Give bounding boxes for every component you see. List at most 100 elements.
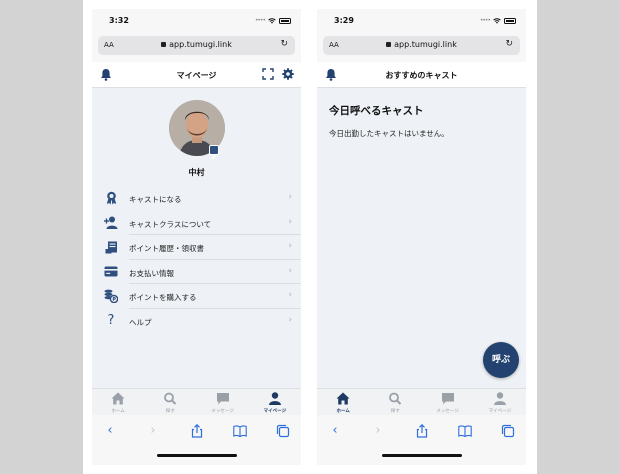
home-icon	[336, 392, 350, 405]
search-icon	[389, 392, 402, 405]
receipt-icon	[104, 240, 118, 254]
gear-icon[interactable]	[282, 68, 294, 80]
search-icon	[164, 392, 177, 405]
address-bar[interactable]: AA app.tumugi.link ↻	[323, 36, 520, 55]
back-icon[interactable]: ‹	[103, 424, 117, 438]
tab-mypage[interactable]: マイページ	[474, 389, 526, 415]
status-icons: ••••	[255, 17, 291, 24]
menu-label: お支払い情報	[129, 268, 174, 278]
tab-label: ホーム	[336, 409, 350, 414]
signal-icon: ••••	[254, 17, 266, 24]
tab-messages[interactable]: メッセージ	[422, 389, 474, 415]
chevron-right-icon: ›	[288, 265, 292, 276]
address-bar[interactable]: AA app.tumugi.link ↻	[98, 36, 295, 55]
bookmarks-icon[interactable]	[233, 424, 247, 438]
status-icons: ••••	[480, 17, 516, 24]
chevron-right-icon: ›	[288, 314, 292, 325]
scan-icon[interactable]	[262, 68, 274, 80]
profile-name: 中村	[188, 168, 205, 177]
browser-toolbar: ‹ ›	[92, 416, 301, 465]
menu-label: キャストになる	[129, 195, 182, 204]
wifi-icon	[268, 17, 276, 24]
tab-label: ホーム	[111, 409, 125, 414]
question-icon: ?	[107, 313, 115, 329]
tab-label: 探す	[390, 409, 400, 414]
bookmarks-icon[interactable]	[458, 424, 472, 438]
status-bar: 3:29 ••••	[317, 9, 526, 33]
tabs-icon[interactable]	[276, 424, 290, 438]
reload-icon[interactable]: ↻	[280, 39, 288, 49]
tab-search[interactable]: 探す	[369, 389, 421, 415]
menu-label: ポイントを購入する	[129, 293, 197, 303]
menu-label: ヘルプ	[129, 317, 152, 327]
battery-icon	[504, 17, 516, 24]
mypage-menu: キャストになる › キャストクラスについて › ポイント履歴・領収書 › お支払…	[92, 186, 301, 334]
signal-icon: ••••	[479, 17, 491, 24]
tab-label: マイページ	[488, 409, 512, 414]
message-icon	[441, 393, 454, 405]
menu-item-cast-class[interactable]: キャストクラスについて ›	[92, 211, 301, 236]
tab-home[interactable]: ホーム	[92, 389, 144, 415]
reload-icon[interactable]: ↻	[505, 39, 513, 49]
tabs-icon[interactable]	[501, 424, 515, 438]
app-header: マイページ	[92, 62, 301, 88]
share-icon[interactable]	[415, 424, 429, 438]
forward-icon[interactable]: ›	[146, 424, 160, 438]
phone-screen-mypage: 3:32 •••• AA app.tumugi.link ↻ マイページ 中村 …	[92, 9, 301, 465]
user-icon	[268, 392, 281, 405]
message-icon	[216, 393, 229, 405]
user-icon	[493, 392, 506, 405]
browser-toolbar: ‹ ›	[317, 416, 526, 465]
home-indicator	[382, 454, 462, 457]
url-display[interactable]: app.tumugi.link	[98, 40, 295, 49]
url-domain: app.tumugi.link	[169, 40, 232, 49]
credit-card-icon	[104, 265, 118, 279]
tab-search[interactable]: 探す	[144, 389, 196, 415]
phone-screen-recommended: 3:29 •••• AA app.tumugi.link ↻ おすすめのキャスト…	[317, 9, 526, 465]
tab-label: マイページ	[263, 409, 287, 414]
chevron-right-icon: ›	[288, 290, 292, 301]
home-indicator	[157, 454, 237, 457]
status-time: 3:29	[334, 16, 354, 25]
user-plus-icon	[104, 216, 118, 230]
app-header: おすすめのキャスト	[317, 62, 526, 88]
tab-label: メッセージ	[211, 409, 234, 414]
home-icon	[111, 392, 125, 405]
edit-avatar-icon[interactable]	[209, 145, 219, 160]
menu-item-buy-points[interactable]: ポイントを購入する ›	[92, 284, 301, 309]
tab-label: 探す	[165, 409, 175, 414]
call-fab-button[interactable]: 呼ぶ	[483, 342, 519, 378]
recommended-content: 今日呼べるキャスト 今日出勤したキャストはいません。 呼ぶ	[317, 88, 526, 388]
tab-mypage[interactable]: マイページ	[249, 389, 301, 415]
tab-bar: ホーム 探す メッセージ マイページ	[92, 388, 301, 415]
lock-icon	[161, 42, 167, 47]
mypage-content: 中村 キャストになる › キャストクラスについて › ポイント履歴・領収書 › …	[92, 88, 301, 388]
tab-label: メッセージ	[436, 409, 459, 414]
coins-icon	[104, 289, 118, 304]
chevron-right-icon: ›	[288, 241, 292, 252]
menu-item-payment-info[interactable]: お支払い情報 ›	[92, 260, 301, 285]
lock-icon	[386, 42, 392, 47]
empty-message: 今日出勤したキャストはいません。	[329, 129, 449, 138]
status-bar: 3:32 ••••	[92, 9, 301, 33]
tab-messages[interactable]: メッセージ	[197, 389, 249, 415]
menu-label: キャストクラスについて	[129, 219, 212, 229]
battery-icon	[279, 17, 291, 24]
menu-label: ポイント履歴・領収書	[129, 244, 204, 254]
url-domain: app.tumugi.link	[394, 40, 457, 49]
forward-icon[interactable]: ›	[371, 424, 385, 438]
menu-item-help[interactable]: ? ヘルプ ›	[92, 309, 301, 334]
menu-item-point-history[interactable]: ポイント履歴・領収書 ›	[92, 235, 301, 260]
wifi-icon	[493, 17, 501, 24]
back-icon[interactable]: ‹	[328, 424, 342, 438]
url-display[interactable]: app.tumugi.link	[323, 40, 520, 49]
chevron-right-icon: ›	[288, 192, 292, 202]
chevron-right-icon: ›	[288, 216, 292, 227]
page-title: おすすめのキャスト	[385, 71, 458, 80]
menu-item-become-cast[interactable]: キャストになる ›	[92, 186, 301, 211]
tab-home[interactable]: ホーム	[317, 389, 369, 415]
share-icon[interactable]	[190, 424, 204, 438]
section-title: 今日呼べるキャスト	[329, 105, 424, 117]
status-time: 3:32	[109, 16, 129, 25]
tab-bar: ホーム 探す メッセージ マイページ	[317, 388, 526, 415]
